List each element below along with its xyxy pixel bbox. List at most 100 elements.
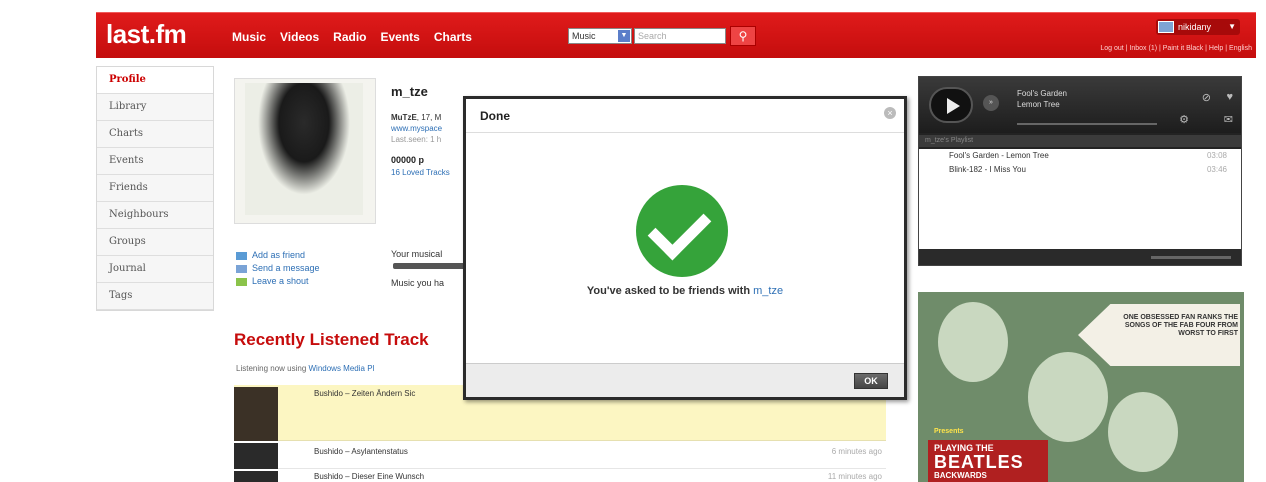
leave-shout-action[interactable]: Leave a shout <box>236 275 320 288</box>
nav-events[interactable]: Events <box>381 30 420 44</box>
profile-website-link[interactable]: www.myspace <box>391 124 442 133</box>
send-message-action[interactable]: Send a message <box>236 262 320 275</box>
envelope-icon <box>236 264 247 273</box>
add-friend-icon <box>236 251 247 260</box>
dialog-header: Done × <box>466 99 904 133</box>
ad-title-line3: BACKWARDS <box>934 471 987 480</box>
nav-videos[interactable]: Videos <box>280 30 319 44</box>
nav-charts[interactable]: Charts <box>434 30 472 44</box>
ban-icon[interactable]: ⊘ <box>1202 91 1211 104</box>
sidebar-item-journal[interactable]: Journal <box>97 256 213 283</box>
track-name[interactable]: Bushido – Asylantenstatus <box>314 447 408 456</box>
profile-photo <box>245 83 363 215</box>
chevron-down-icon: ▼ <box>1228 22 1236 31</box>
profile-actions: Add as friend Send a message Leave a sho… <box>236 249 320 288</box>
ad-artwork <box>938 302 1008 382</box>
player-controls: » Fool's Garden Lemon Tree ⊘ ♥ ⚙ ✉ <box>919 77 1241 133</box>
track-name[interactable]: Bushido – Dieser Eine Wunsch <box>314 472 424 481</box>
album-art <box>234 471 278 482</box>
add-friend-action[interactable]: Add as friend <box>236 249 320 262</box>
page: last.fm Music Videos Radio Events Charts… <box>0 0 1266 482</box>
shout-icon <box>236 277 247 286</box>
album-art <box>234 443 278 469</box>
profile-playcount: 00000 p <box>391 155 425 165</box>
search-button[interactable]: ⚲ <box>730 26 756 46</box>
sidebar-item-profile[interactable]: Profile <box>97 67 213 94</box>
dialog-footer: OK <box>466 363 904 397</box>
playlist-track: Fool's Garden - Lemon Tree <box>949 151 1049 160</box>
sidebar-item-neighbours[interactable]: Neighbours <box>97 202 213 229</box>
loved-tracks-link[interactable]: 16 Loved Tracks <box>391 168 471 177</box>
playlist: Fool's Garden - Lemon Tree 03:08 Blink-18… <box>919 149 1241 249</box>
nav-music[interactable]: Music <box>232 30 266 44</box>
ad-tagline: ONE OBSESSED FAN RANKS THE SONGS OF THE … <box>1123 314 1238 337</box>
progress-bar[interactable] <box>1017 123 1157 125</box>
ad-title-box: PLAYING THE BEATLES BACKWARDS <box>928 440 1048 482</box>
track-row[interactable]: Bushido – Dieser Eine Wunsch 11 minutes … <box>234 469 886 482</box>
profile-age: , 17, M <box>416 113 442 122</box>
settings-icon[interactable]: ⚙ <box>1179 113 1189 126</box>
user-avatar-icon <box>1158 21 1174 33</box>
track-timestamp: 6 minutes ago <box>831 447 882 456</box>
ad-title-line2: BEATLES <box>934 452 1024 472</box>
user-menu[interactable]: nikidany ▼ <box>1156 19 1240 35</box>
sidebar-item-events[interactable]: Events <box>97 148 213 175</box>
ad-presents: Presents <box>934 428 964 435</box>
nav-radio[interactable]: Radio <box>333 30 366 44</box>
ok-button[interactable]: OK <box>854 373 888 389</box>
account-links[interactable]: Log out | Inbox (1) | Paint it Black | H… <box>1100 45 1252 52</box>
profile-real-name: MuTzE <box>391 113 417 122</box>
send-message-label: Send a message <box>252 263 320 273</box>
ad-artwork <box>1028 352 1108 442</box>
playlist-track: Blink-182 - I Miss You <box>949 165 1026 174</box>
search-input[interactable]: Search <box>634 28 726 44</box>
playlist-duration: 03:08 <box>1206 151 1227 160</box>
close-icon[interactable]: × <box>884 107 896 119</box>
friend-request-dialog: Done × You've asked to be friends with m… <box>463 96 907 400</box>
listening-prefix: Listening now using <box>236 364 309 373</box>
track-timestamp: 11 minutes ago <box>827 472 882 481</box>
advertisement[interactable]: ONE OBSESSED FAN RANKS THE SONGS OF THE … <box>918 292 1244 482</box>
radio-player: » Fool's Garden Lemon Tree ⊘ ♥ ⚙ ✉ m_tze… <box>918 76 1242 266</box>
dialog-message: You've asked to be friends with m_tze <box>466 285 904 297</box>
now-playing-artist: Fool's Garden <box>1017 89 1067 98</box>
now-playing: Fool's Garden Lemon Tree <box>1017 88 1067 110</box>
dialog-message-text: You've asked to be friends with <box>586 285 754 297</box>
profile-sidebar: Profile Library Charts Events Friends Ne… <box>96 66 214 311</box>
playlist-item[interactable]: Blink-182 - I Miss You 03:46 <box>919 163 1241 177</box>
skip-button[interactable]: » <box>983 95 999 111</box>
shared-music-label: Music you ha <box>391 278 445 288</box>
now-playing-track: Lemon Tree <box>1017 100 1060 109</box>
scrobbler-link[interactable]: Windows Media Pl <box>309 364 375 373</box>
ad-artwork <box>1108 392 1178 472</box>
compatibility-label: Your musical <box>391 249 443 259</box>
compatibility-bar <box>393 263 471 269</box>
playlist-duration: 03:46 <box>1206 165 1227 174</box>
search-icon: ⚲ <box>738 29 748 43</box>
play-button[interactable] <box>929 87 973 123</box>
playlist-item[interactable]: Fool's Garden - Lemon Tree 03:08 <box>919 149 1241 163</box>
share-icon[interactable]: ✉ <box>1224 113 1233 126</box>
add-friend-label: Add as friend <box>252 250 306 260</box>
leave-shout-label: Leave a shout <box>252 276 309 286</box>
love-icon[interactable]: ♥ <box>1226 91 1233 103</box>
sidebar-item-groups[interactable]: Groups <box>97 229 213 256</box>
listening-now: Listening now using Windows Media Pl <box>236 364 374 373</box>
volume-slider[interactable] <box>1151 256 1231 259</box>
checkmark-icon <box>636 185 728 277</box>
user-name: nikidany <box>1178 22 1212 32</box>
track-row[interactable]: Bushido – Asylantenstatus 6 minutes ago <box>234 441 886 469</box>
friend-username-link[interactable]: m_tze <box>753 285 783 297</box>
track-name[interactable]: Bushido – Zeiten Ändern Sic <box>314 389 415 398</box>
dialog-title: Done <box>480 109 510 123</box>
lastfm-logo[interactable]: last.fm <box>106 19 187 50</box>
sidebar-item-tags[interactable]: Tags <box>97 283 213 310</box>
top-header: last.fm Music Videos Radio Events Charts… <box>96 12 1256 58</box>
sidebar-item-friends[interactable]: Friends <box>97 175 213 202</box>
profile-avatar[interactable] <box>234 78 376 224</box>
search-type-select[interactable]: Music ▼ <box>568 28 632 44</box>
sidebar-item-charts[interactable]: Charts <box>97 121 213 148</box>
sidebar-item-library[interactable]: Library <box>97 94 213 121</box>
album-art <box>234 387 278 441</box>
search-type-value: Music <box>572 31 596 41</box>
